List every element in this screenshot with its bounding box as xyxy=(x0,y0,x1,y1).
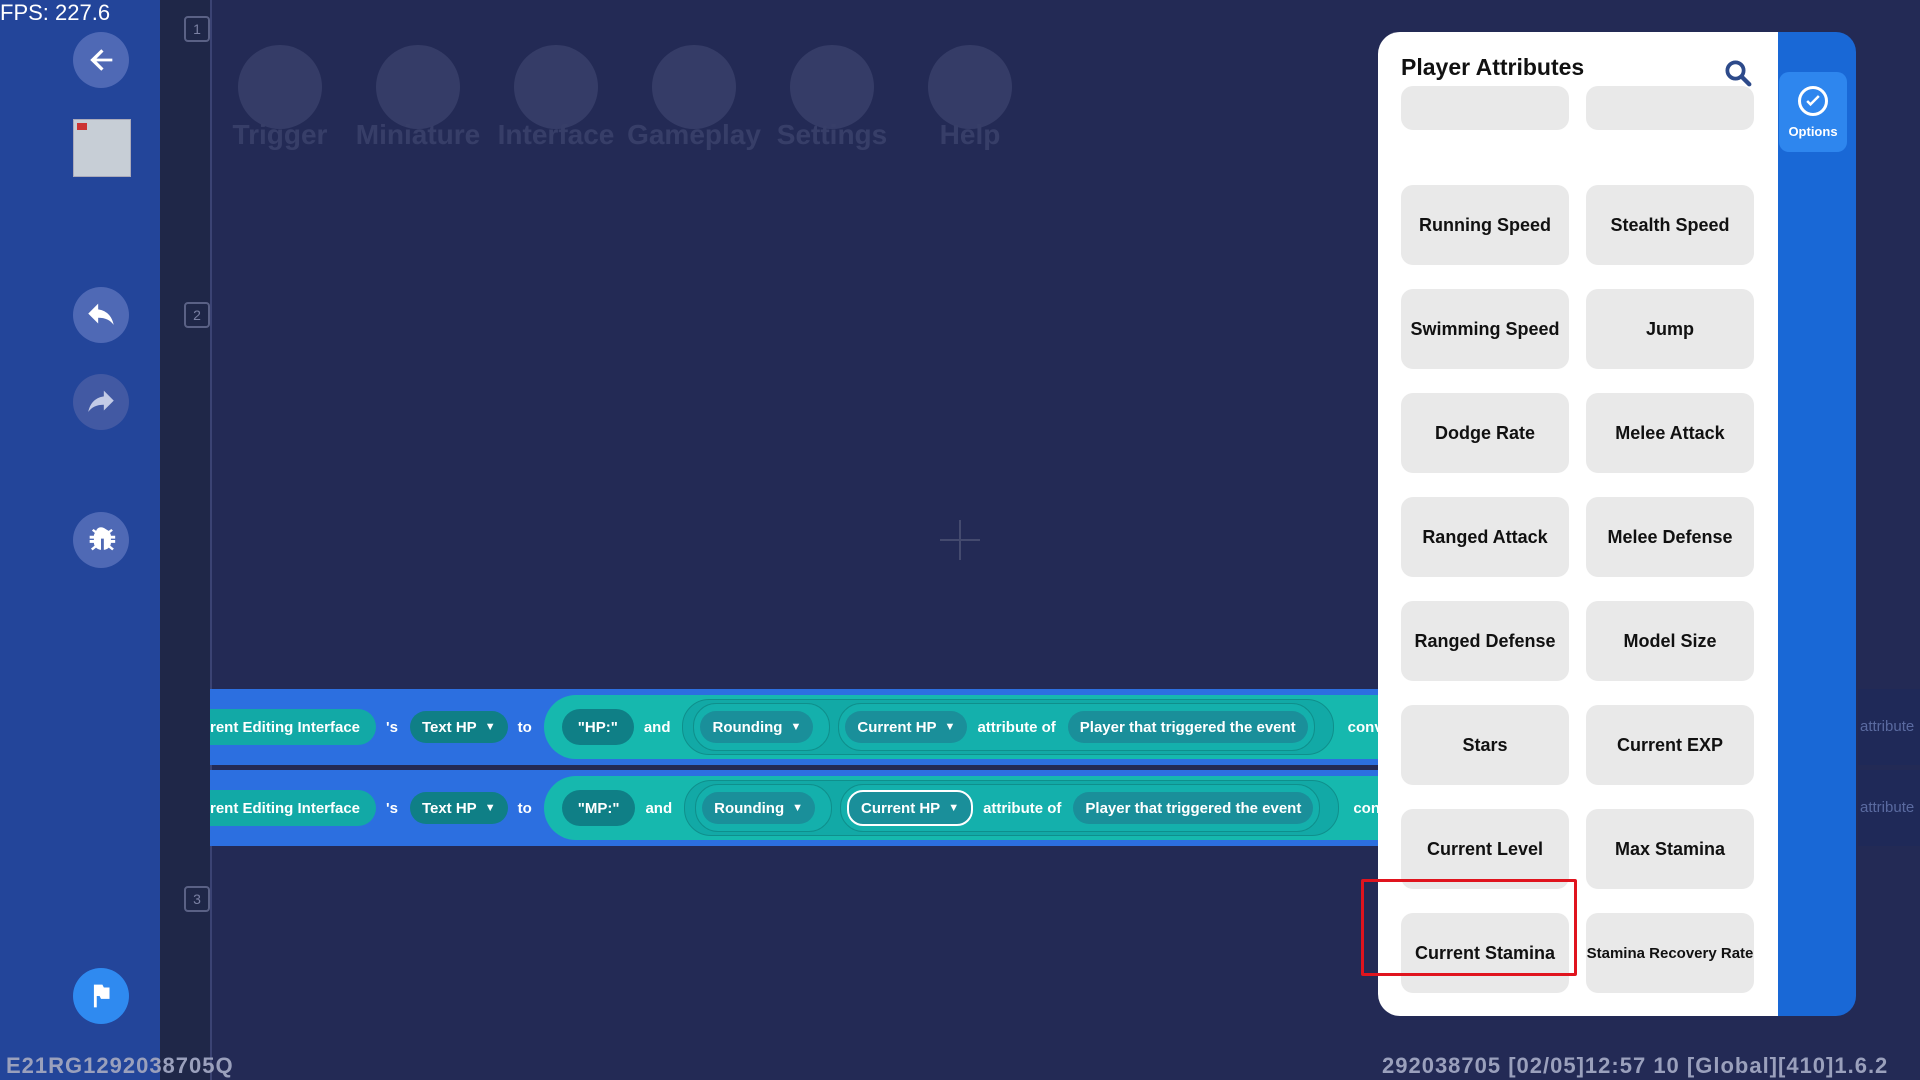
back-button[interactable] xyxy=(73,32,129,88)
offscreen-text: attribute xyxy=(1860,799,1915,816)
attribute-card[interactable]: Jump xyxy=(1586,289,1754,369)
element-dropdown[interactable]: Text HP ▼ xyxy=(409,711,508,743)
attribute-block[interactable]: Current HP ▼ attribute of Player that tri… xyxy=(840,784,1321,832)
rounding-dropdown[interactable]: Rounding ▼ xyxy=(702,792,816,824)
code-block-row[interactable]: rent Editing Interface 's Text HP ▼ to "H… xyxy=(210,689,1380,765)
attribute-card[interactable]: Stamina Recovery Rate xyxy=(1586,913,1754,993)
attribute-dropdown[interactable]: Current HP ▼ xyxy=(847,790,974,826)
tab-help[interactable]: Help xyxy=(925,45,1015,151)
caret-down-icon: ▼ xyxy=(484,721,496,733)
attribute-card[interactable]: Melee Attack xyxy=(1586,393,1754,473)
attribute-card[interactable]: Current Level xyxy=(1401,809,1569,889)
attribute-card[interactable]: Melee Defense xyxy=(1586,497,1754,577)
map-thumbnail[interactable] xyxy=(73,119,131,177)
target-pill[interactable]: Player that triggered the event xyxy=(1067,711,1308,743)
attribute-card[interactable]: Dodge Rate xyxy=(1401,393,1569,473)
redo-button[interactable] xyxy=(73,374,129,430)
category-tabs: Trigger Miniature Interface Gameplay Set… xyxy=(233,45,1015,151)
redo-icon xyxy=(88,390,114,412)
arrow-left-icon xyxy=(90,49,113,71)
fps-counter: FPS: 227.6 xyxy=(0,0,111,25)
tab-gameplay[interactable]: Gameplay xyxy=(627,45,761,151)
options-button[interactable]: Options xyxy=(1779,72,1847,152)
caret-down-icon: ▼ xyxy=(944,721,956,733)
rounding-wrap: Rounding ▼ xyxy=(693,703,831,751)
offscreen-text: attribute xyxy=(1860,718,1915,735)
attribute-card-partial[interactable] xyxy=(1586,86,1754,130)
and-label: and xyxy=(643,718,671,736)
bug-icon xyxy=(89,527,116,551)
search-icon[interactable] xyxy=(1723,58,1753,88)
ruler-mark: 3 xyxy=(184,886,210,912)
panel-side-strip xyxy=(1770,32,1856,1016)
device-id: E21RG1292038705Q xyxy=(6,1053,234,1078)
rounding-dropdown[interactable]: Rounding ▼ xyxy=(700,711,814,743)
object-pill[interactable]: rent Editing Interface xyxy=(210,790,377,826)
caret-down-icon: ▼ xyxy=(484,802,496,814)
selection-highlight xyxy=(1361,879,1577,976)
rounding-block[interactable]: Rounding ▼ Current HP ▼ attribute of Playe… xyxy=(682,699,1334,755)
attribute-card[interactable]: Stealth Speed xyxy=(1586,185,1754,265)
to-label: to xyxy=(517,799,532,817)
tab-interface[interactable]: Interface xyxy=(498,45,614,151)
rounding-block[interactable]: Rounding ▼ Current HP ▼ attribute of Playe… xyxy=(684,780,1340,836)
check-circle-icon xyxy=(1798,85,1828,116)
left-toolbar xyxy=(0,0,160,1080)
object-pill[interactable]: rent Editing Interface xyxy=(210,709,377,745)
player-attributes-panel: Player Attributes Running Speed Stealth … xyxy=(1378,32,1778,1016)
attribute-card-partial[interactable] xyxy=(1401,86,1569,130)
concat-block[interactable]: "HP:" and Rounding ▼ Current HP ▼ attribut… xyxy=(543,695,1380,759)
options-label: Options xyxy=(1788,123,1838,139)
possessive-label: 's xyxy=(386,799,398,817)
flag-play-icon xyxy=(93,984,110,1008)
run-button[interactable] xyxy=(73,968,129,1024)
debug-button[interactable] xyxy=(73,512,129,568)
and-label: and xyxy=(645,799,673,817)
element-dropdown[interactable]: Text HP ▼ xyxy=(409,792,508,824)
attribute-card[interactable]: Stars xyxy=(1401,705,1569,785)
ruler-mark: 1 xyxy=(184,16,210,42)
to-label: to xyxy=(517,718,532,736)
attribute-card[interactable]: Max Stamina xyxy=(1586,809,1754,889)
undo-button[interactable] xyxy=(73,287,129,343)
possessive-label: 's xyxy=(386,718,398,736)
tab-settings[interactable]: Settings xyxy=(777,45,887,151)
attribute-card[interactable]: Swimming Speed xyxy=(1401,289,1569,369)
line-ruler: 1 2 3 xyxy=(160,0,212,1080)
code-block-row[interactable]: rent Editing Interface 's Text HP ▼ to "M… xyxy=(210,770,1380,846)
panel-title: Player Attributes xyxy=(1401,54,1585,80)
rounding-wrap: Rounding ▼ xyxy=(695,784,833,832)
target-pill[interactable]: Player that triggered the event xyxy=(1073,792,1314,824)
converts-label: converts t xyxy=(1353,799,1380,817)
attribute-card[interactable]: Running Speed xyxy=(1401,185,1569,265)
string-literal[interactable]: "HP:" xyxy=(561,709,634,745)
concat-block[interactable]: "MP:" and Rounding ▼ Current HP ▼ attribut… xyxy=(543,776,1380,840)
tab-trigger[interactable]: Trigger xyxy=(233,45,327,151)
converts-label: converts to xyxy=(1347,718,1380,736)
attribute-card[interactable]: Current EXP xyxy=(1586,705,1754,785)
tab-miniature[interactable]: Miniature xyxy=(356,45,480,151)
caret-down-icon: ▼ xyxy=(790,721,802,733)
attribute-of-label: attribute of xyxy=(983,799,1062,817)
undo-icon xyxy=(88,303,114,325)
ruler-mark: 2 xyxy=(184,302,210,328)
attribute-of-label: attribute of xyxy=(977,718,1056,736)
caret-down-icon: ▼ xyxy=(948,802,960,814)
attribute-card[interactable]: Ranged Attack xyxy=(1401,497,1569,577)
attribute-card[interactable]: Ranged Defense xyxy=(1401,601,1569,681)
crosshair-icon xyxy=(940,520,980,560)
attribute-block[interactable]: Current HP ▼ attribute of Player that tri… xyxy=(838,703,1315,751)
caret-down-icon: ▼ xyxy=(792,802,804,814)
build-info: 292038705 [02/05]12:57 10 [Global][410]1… xyxy=(1382,1053,1889,1078)
attribute-card[interactable]: Model Size xyxy=(1586,601,1754,681)
attribute-dropdown[interactable]: Current HP ▼ xyxy=(845,711,968,743)
string-literal[interactable]: "MP:" xyxy=(561,790,636,826)
